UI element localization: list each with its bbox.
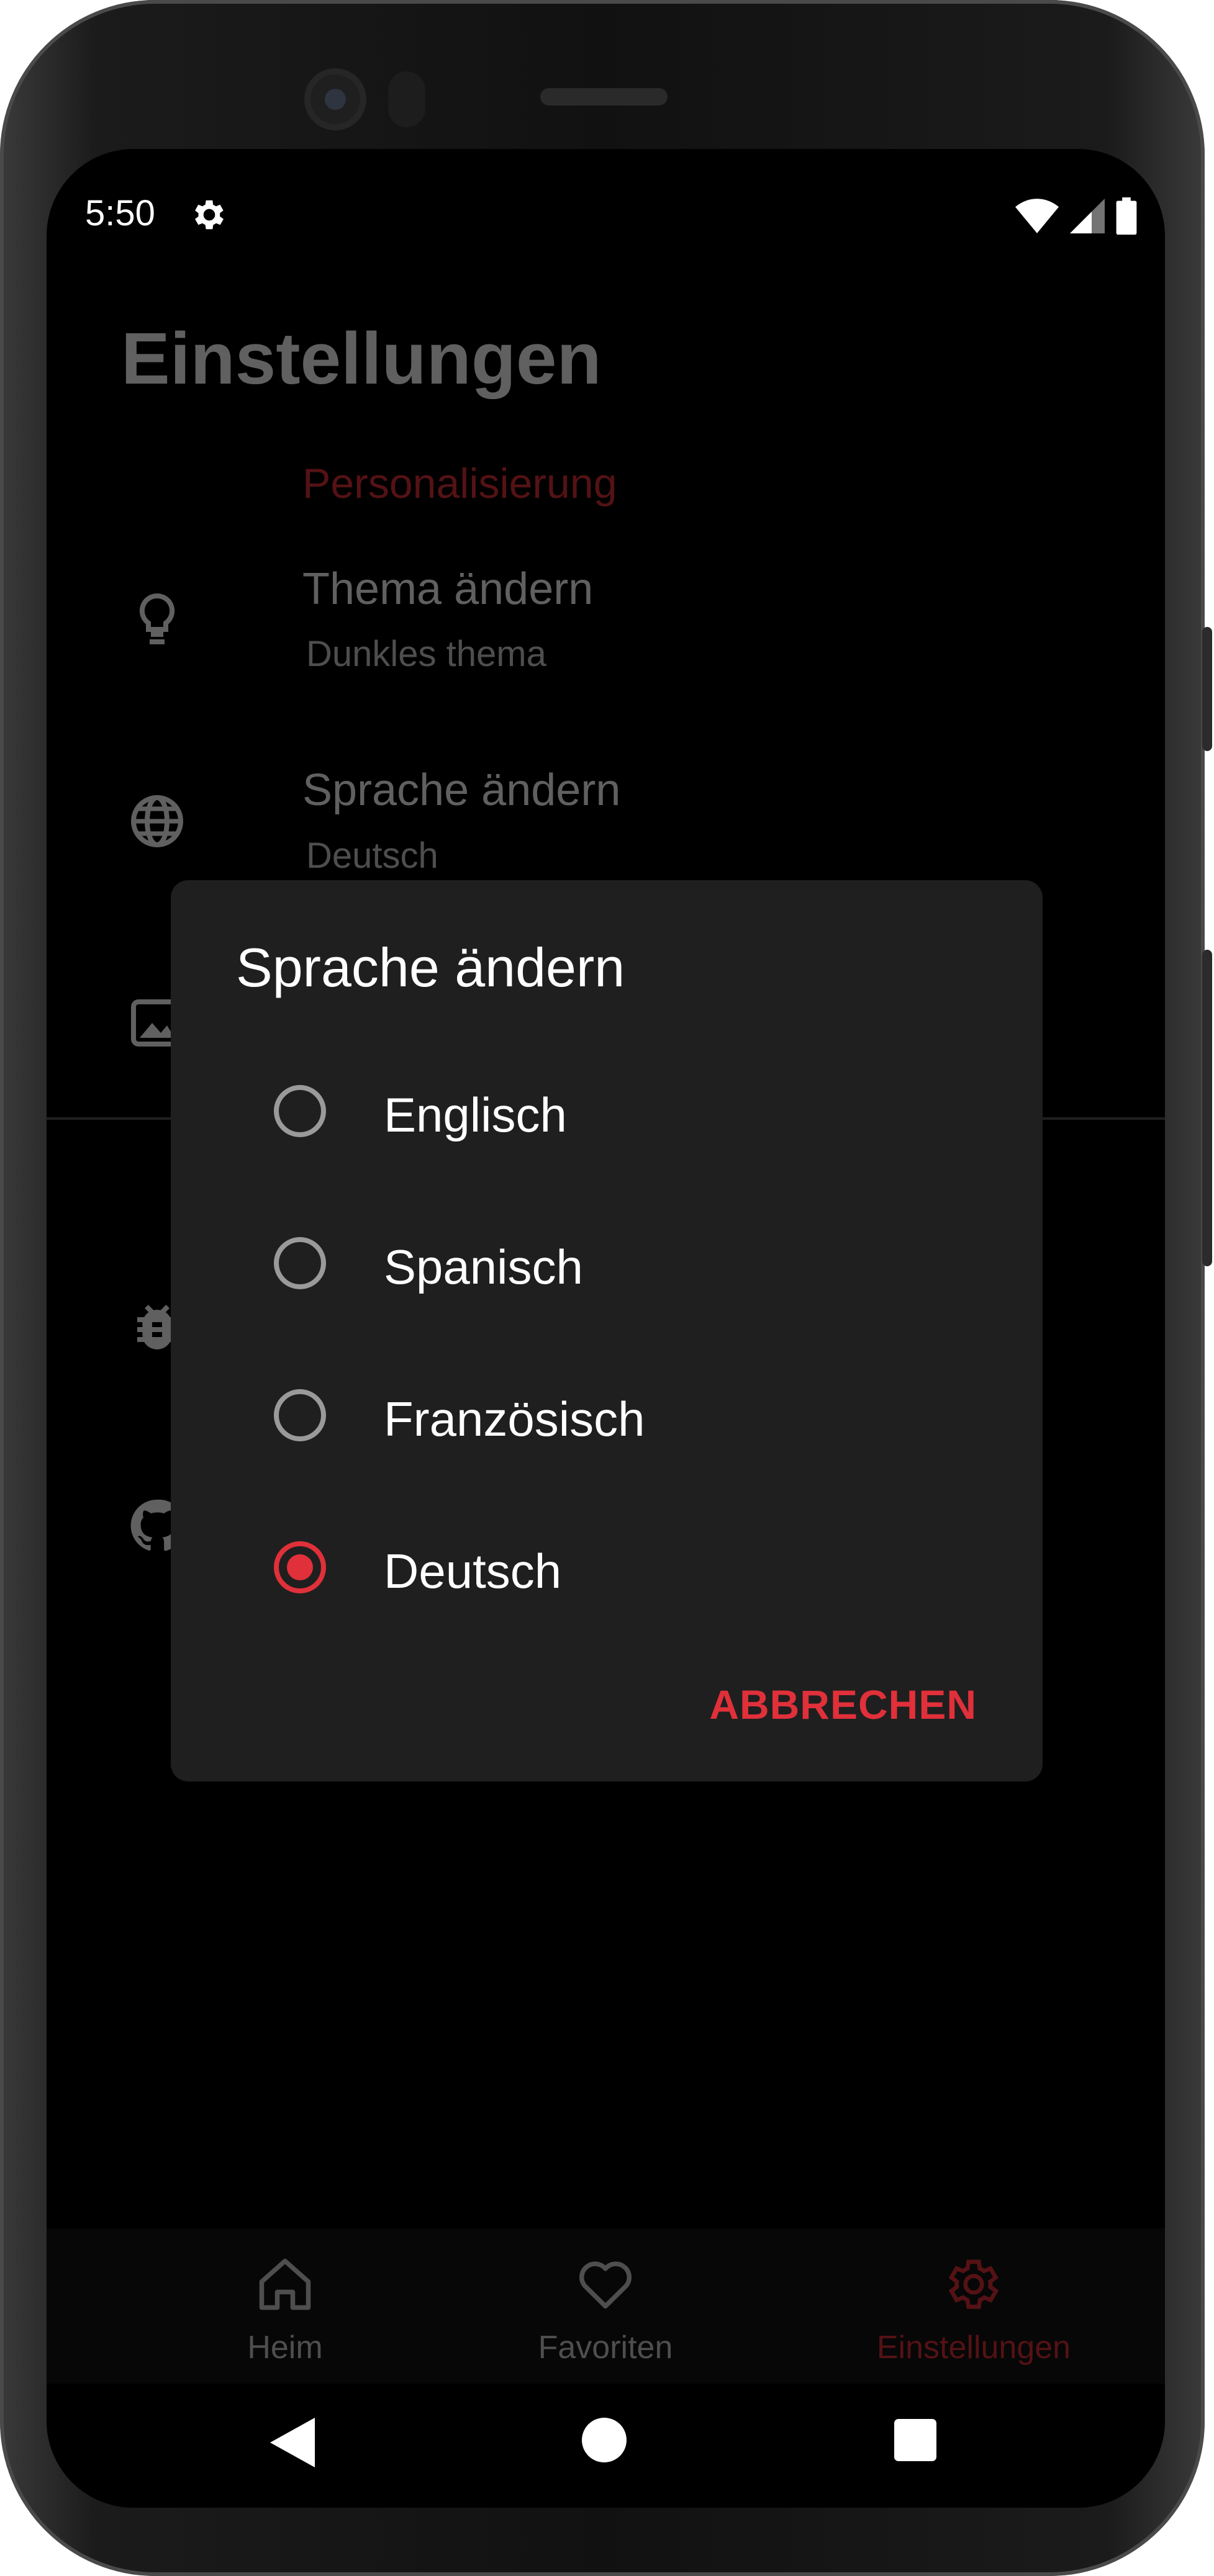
nav-label-home: Heim (247, 2330, 323, 2366)
language-dialog: Sprache ändern Englisch Spanisch Französ… (171, 880, 1043, 1781)
status-icons (1015, 197, 1137, 235)
globe-icon (131, 795, 183, 847)
sensor (388, 71, 425, 127)
cancel-button[interactable]: ABBRECHEN (709, 1681, 977, 1728)
option-label-french: Französisch (384, 1392, 645, 1446)
status-bar: 5:50 (47, 149, 1165, 286)
language-row-subtitle: Deutsch (306, 835, 438, 876)
signal-icon (1070, 199, 1105, 233)
volume-button (1202, 950, 1212, 1266)
earpiece-speaker (540, 88, 668, 106)
page-title: Einstellungen (121, 318, 602, 400)
battery-icon (1116, 197, 1137, 235)
nav-label-favorites: Favoriten (538, 2330, 673, 2366)
lightbulb-icon (139, 593, 175, 644)
screen: 5:50 Einstellungen Personalisierung Them… (47, 149, 1165, 2508)
wifi-icon (1015, 199, 1059, 233)
language-option-english[interactable]: Englisch (171, 1038, 1043, 1187)
radio-english[interactable] (274, 1085, 326, 1137)
nav-item-favorites[interactable]: Favoriten (419, 2228, 792, 2384)
power-button (1202, 627, 1212, 751)
gear-icon (948, 2259, 999, 2309)
radio-german-selected[interactable] (274, 1541, 326, 1593)
home-icon (259, 2258, 311, 2310)
language-option-german[interactable]: Deutsch (171, 1495, 1043, 1644)
dialog-title: Sprache ändern (236, 937, 625, 998)
front-camera (304, 68, 366, 130)
language-option-spanish[interactable]: Spanisch (171, 1191, 1043, 1340)
section-personalization: Personalisierung (302, 460, 617, 507)
option-label-english: Englisch (384, 1088, 567, 1142)
recents-square-icon[interactable] (894, 2419, 936, 2461)
theme-row-subtitle: Dunkles thema (306, 634, 546, 674)
language-row-title[interactable]: Sprache ändern (302, 765, 620, 816)
heart-icon (579, 2261, 632, 2309)
theme-row-title[interactable]: Thema ändern (302, 564, 593, 615)
bottom-navigation: Heim Favoriten Einstellungen (47, 2228, 1165, 2384)
back-icon[interactable] (270, 2418, 315, 2467)
nav-label-settings: Einstellungen (876, 2330, 1071, 2366)
home-circle-icon[interactable] (582, 2418, 627, 2462)
radio-spanish[interactable] (274, 1237, 326, 1289)
nav-item-settings[interactable]: Einstellungen (787, 2228, 1160, 2384)
system-navigation-bar (47, 2384, 1165, 2508)
option-label-spanish: Spanisch (384, 1240, 583, 1294)
phone-frame: 5:50 Einstellungen Personalisierung Them… (0, 0, 1212, 2576)
language-option-french[interactable]: Französisch (171, 1343, 1043, 1492)
nav-item-home[interactable]: Heim (99, 2228, 471, 2384)
option-label-german: Deutsch (384, 1544, 562, 1598)
status-time: 5:50 (85, 193, 155, 233)
radio-french[interactable] (274, 1389, 326, 1441)
settings-status-icon (195, 200, 224, 230)
